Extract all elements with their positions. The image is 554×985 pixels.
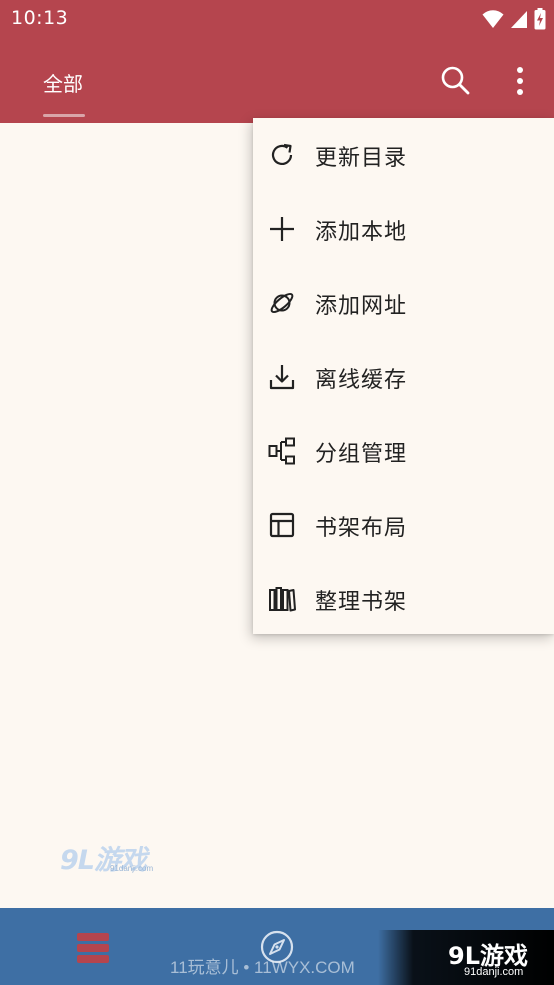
menu-item-label: 书架布局 [315, 516, 408, 541]
menu-item-add-local[interactable]: 添加本地 [253, 192, 554, 266]
menu-item-label: 添加网址 [315, 294, 408, 319]
screen: 10:13 全部 9L游戏 91danji.com 更新目录 添加本地 添加网址… [0, 0, 554, 985]
tab-indicator [43, 114, 85, 117]
plus-icon [270, 217, 294, 241]
status-icons [482, 8, 546, 30]
group-icon [268, 437, 295, 465]
menu-item-label: 添加本地 [315, 220, 408, 245]
menu-item-arrange-shelf[interactable]: 整理书架 [253, 562, 554, 636]
bookshelf-icon[interactable] [76, 931, 110, 965]
watermark-logo-corner: 9L游戏 91danji.com [378, 930, 554, 985]
more-vert-icon[interactable] [505, 64, 535, 98]
status-bar: 10:13 [0, 0, 554, 38]
books-icon [269, 587, 296, 612]
download-icon [269, 365, 295, 390]
refresh-icon [271, 143, 293, 166]
menu-item-label: 整理书架 [315, 590, 408, 615]
watermark-logo-url: 91danji.com [110, 864, 154, 873]
tab-all[interactable]: 全部 [43, 68, 83, 97]
battery-charging-icon [534, 8, 546, 30]
status-time: 10:13 [11, 7, 69, 29]
menu-item-update-toc[interactable]: 更新目录 [253, 118, 554, 192]
menu-item-group-manage[interactable]: 分组管理 [253, 414, 554, 488]
cell-signal-icon [511, 11, 527, 28]
watermark-site-text: 11玩意儿 • 11WYX.COM [170, 958, 355, 977]
app-bar: 全部 [0, 38, 554, 123]
menu-item-label: 更新目录 [315, 146, 408, 171]
menu-item-offline-cache[interactable]: 离线缓存 [253, 340, 554, 414]
menu-item-shelf-layout[interactable]: 书架布局 [253, 488, 554, 562]
watermark-logo-url: 91danji.com [464, 966, 524, 978]
wifi-icon [482, 10, 504, 28]
menu-item-add-url[interactable]: 添加网址 [253, 266, 554, 340]
menu-item-label: 分组管理 [315, 442, 408, 467]
layout-icon [269, 512, 295, 538]
watermark-logo-floating: 9L游戏 91danji.com [60, 838, 160, 876]
planet-icon [270, 292, 294, 314]
search-icon[interactable] [439, 64, 471, 96]
menu-item-label: 离线缓存 [315, 368, 408, 393]
overflow-menu: 更新目录 添加本地 添加网址 离线缓存 分组管理 书架布局 整理书架 [253, 118, 554, 634]
